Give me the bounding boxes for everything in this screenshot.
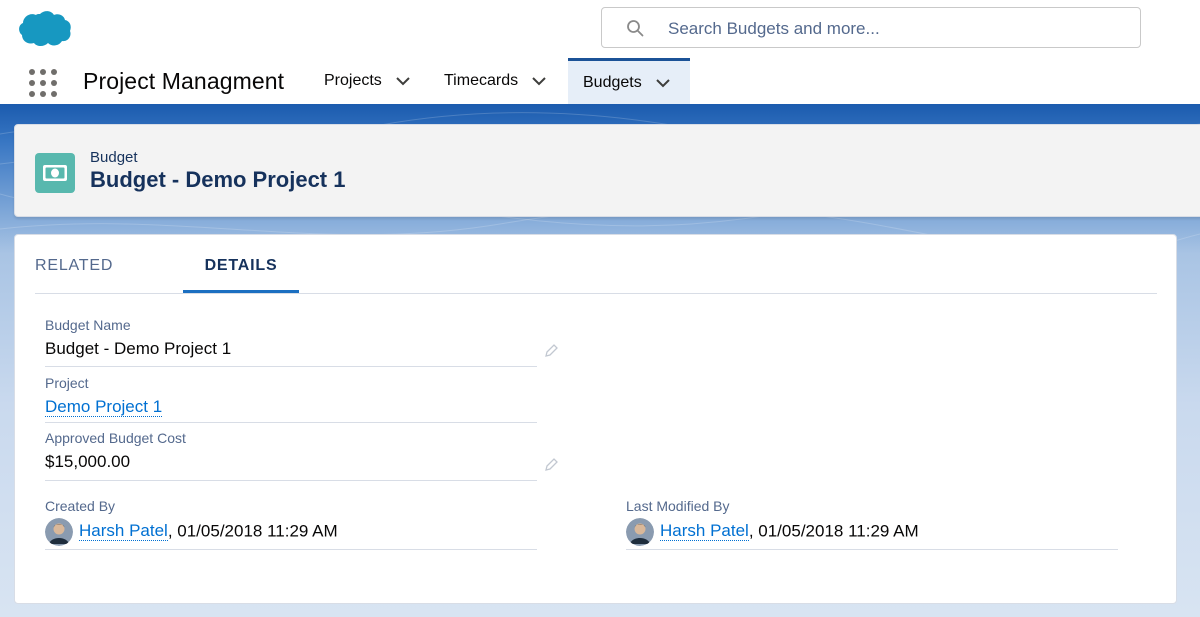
avatar[interactable] — [626, 518, 654, 546]
app-name: Project Managment — [83, 68, 285, 94]
search-icon — [627, 20, 644, 37]
global-header — [0, 0, 1200, 58]
field-value: Harsh Patel, 01/05/2018 11:29 AM — [45, 518, 537, 546]
salesforce-cloud-icon[interactable] — [18, 10, 72, 48]
avatar[interactable] — [45, 518, 73, 546]
field-label: Approved Budget Cost — [45, 430, 186, 446]
field-label: Budget Name — [45, 317, 131, 333]
nav-item-projects[interactable]: Projects — [312, 58, 430, 104]
field-label: Project — [45, 375, 89, 391]
record-detail-card: RELATED DETAILS Budget Name Budget - Dem… — [14, 234, 1177, 604]
created-by-user-link[interactable]: Harsh Patel — [79, 521, 168, 542]
field-value: $15,000.00 — [45, 452, 131, 471]
pencil-icon[interactable] — [543, 343, 559, 359]
tab-details[interactable]: DETAILS — [183, 235, 299, 293]
last-modified-by-user-link[interactable]: Harsh Patel — [660, 521, 749, 542]
record-title: Budget - Demo Project 1 — [90, 167, 346, 192]
project-link[interactable]: Demo Project 1 — [45, 397, 163, 417]
last-modified-by-datetime: , 01/05/2018 11:29 AM — [748, 521, 919, 541]
chevron-down-icon[interactable] — [532, 76, 546, 86]
app-launcher-grid-icon[interactable] — [29, 69, 57, 97]
pencil-icon[interactable] — [543, 457, 559, 473]
field-approved-budget-cost: Approved Budget Cost $15,000.00 — [45, 430, 537, 481]
created-by-datetime: , 01/05/2018 11:29 AM — [167, 521, 338, 541]
app-nav-bar: Project Managment Projects Timecards Bud… — [0, 58, 1200, 104]
nav-item-label: Projects — [324, 72, 382, 89]
field-label: Created By — [45, 498, 116, 514]
field-value: Budget - Demo Project 1 — [45, 339, 232, 358]
field-label: Last Modified By — [626, 498, 730, 514]
field-project: Project Demo Project 1 — [45, 375, 537, 423]
money-icon — [35, 153, 75, 193]
field-budget-name: Budget Name Budget - Demo Project 1 — [45, 317, 537, 367]
field-value-container: Demo Project 1 — [45, 397, 537, 421]
field-last-modified-by: Last Modified By Harsh Patel, 01/05/2018… — [626, 498, 1118, 550]
nav-item-label: Timecards — [444, 72, 519, 89]
search-input[interactable] — [666, 14, 1130, 44]
tab-related[interactable]: RELATED — [35, 235, 153, 293]
record-header: Budget Budget - Demo Project 1 — [14, 124, 1200, 217]
chevron-down-icon[interactable] — [396, 76, 410, 86]
record-tabs: RELATED DETAILS — [35, 235, 1157, 294]
nav-item-budgets[interactable]: Budgets — [568, 58, 690, 104]
chevron-down-icon[interactable] — [656, 78, 670, 88]
nav-item-timecards[interactable]: Timecards — [432, 58, 562, 104]
field-value: Harsh Patel, 01/05/2018 11:29 AM — [626, 518, 1118, 546]
nav-item-label: Budgets — [583, 73, 642, 91]
global-search[interactable] — [601, 7, 1141, 48]
field-created-by: Created By Harsh Patel, 01/05/2018 11:29… — [45, 498, 537, 550]
record-object-type: Budget — [90, 149, 138, 166]
